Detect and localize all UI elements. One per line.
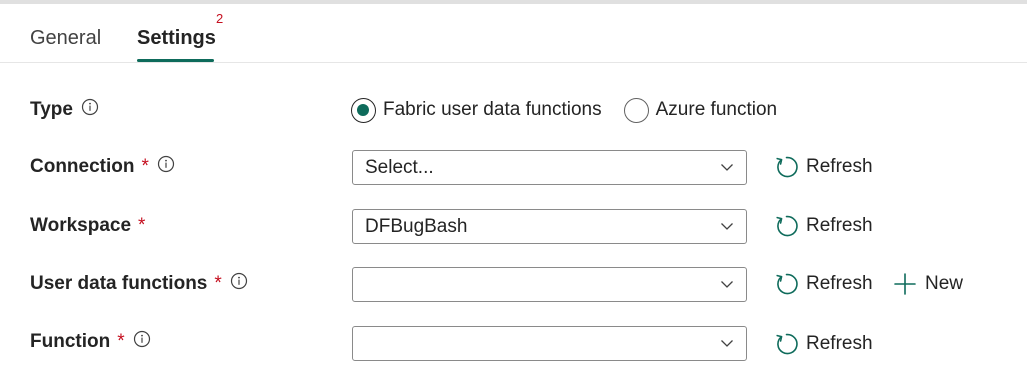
function-refresh-button[interactable]: Refresh (774, 324, 873, 364)
function-refresh-label: Refresh (806, 333, 873, 354)
required-asterisk: * (117, 331, 125, 352)
workspace-refresh-label: Refresh (806, 215, 873, 236)
refresh-icon (774, 214, 798, 238)
workspace-label-container: Workspace * (30, 206, 145, 246)
required-asterisk: * (138, 215, 146, 236)
selected-tab-indicator (137, 59, 214, 62)
refresh-icon (774, 272, 798, 296)
workspace-refresh-button[interactable]: Refresh (774, 206, 873, 246)
refresh-icon (774, 332, 798, 356)
new-user-data-function-button[interactable]: New (893, 264, 963, 304)
tab-settings[interactable]: Settings 2 (137, 4, 223, 63)
chevron-down-icon (720, 338, 734, 348)
connection-label-container: Connection * (30, 147, 175, 187)
radio-checked-indicator (351, 97, 376, 123)
user-data-functions-refresh-label: Refresh (806, 273, 873, 294)
function-dropdown[interactable] (352, 326, 747, 361)
user-data-functions-label: User data functions (30, 273, 208, 294)
settings-error-badge: 2 (216, 11, 224, 26)
tab-bar: General Settings 2 (0, 4, 1027, 63)
plus-icon (893, 272, 917, 296)
radio-azure-function[interactable]: Azure function (623, 97, 778, 123)
type-row: Type Fabric user data functions Azure fu… (0, 90, 1027, 130)
connection-row: Connection * Select... Refresh (0, 147, 1027, 187)
new-button-label: New (925, 273, 964, 294)
radio-fabric-label: Fabric user data functions (383, 99, 602, 120)
chevron-down-icon (720, 279, 734, 289)
function-row: Function * Refresh (0, 322, 1027, 362)
user-data-functions-refresh-button[interactable]: Refresh (774, 264, 873, 304)
radio-fabric-user-data-functions[interactable]: Fabric user data functions (351, 97, 602, 123)
required-asterisk: * (141, 156, 149, 177)
info-icon[interactable] (230, 272, 248, 290)
function-label: Function (30, 331, 111, 352)
user-data-functions-dropdown[interactable] (352, 267, 747, 302)
radio-azure-label: Azure function (655, 99, 778, 120)
workspace-label: Workspace (30, 215, 132, 236)
workspace-row: Workspace * DFBugBash Refresh (0, 206, 1027, 246)
type-radio-group: Fabric user data functions Azure functio… (351, 90, 799, 130)
info-icon[interactable] (133, 330, 151, 348)
user-data-functions-row: User data functions * Refresh New (0, 264, 1027, 304)
info-icon[interactable] (81, 98, 99, 116)
workspace-dropdown[interactable]: DFBugBash (352, 209, 747, 244)
connection-dropdown[interactable]: Select... (352, 150, 747, 185)
type-label: Type (30, 99, 73, 120)
required-asterisk: * (214, 273, 222, 294)
function-label-container: Function * (30, 322, 151, 362)
radio-unchecked-indicator (623, 97, 649, 123)
workspace-dropdown-value: DFBugBash (365, 216, 468, 237)
connection-label: Connection (30, 156, 135, 177)
user-data-functions-label-container: User data functions * (30, 264, 248, 304)
connection-refresh-label: Refresh (806, 156, 873, 177)
connection-refresh-button[interactable]: Refresh (774, 147, 873, 187)
connection-dropdown-value: Select... (365, 157, 434, 178)
refresh-icon (774, 155, 798, 179)
type-label-container: Type (30, 90, 99, 130)
info-icon[interactable] (157, 155, 175, 173)
tab-settings-label: Settings (137, 27, 216, 49)
chevron-down-icon (720, 162, 734, 172)
tab-general-label: General (30, 27, 102, 49)
tab-general[interactable]: General (30, 4, 105, 63)
chevron-down-icon (720, 221, 734, 231)
